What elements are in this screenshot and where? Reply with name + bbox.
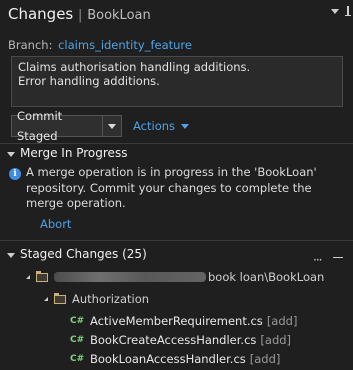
redacted-path — [54, 272, 206, 282]
changes-panel: Changes | BookLoan Branch: claims_identi… — [0, 0, 353, 370]
merge-section-title[interactable]: Merge In Progress — [20, 146, 127, 160]
file-status: [add] — [249, 352, 281, 366]
more-options-icon[interactable]: ··· — [313, 253, 323, 267]
file-status: [add] — [266, 314, 298, 328]
expanded-icon — [44, 297, 48, 301]
tree-file-node[interactable]: C# ActiveMemberRequirement.cs [add] — [70, 312, 297, 330]
unstage-all-icon[interactable] — [333, 257, 343, 258]
collapse-merge-icon[interactable] — [7, 152, 15, 157]
csharp-file-icon: C# — [70, 316, 85, 326]
file-name: BookLoanAccessHandler.cs — [90, 352, 246, 366]
panel-header: Changes | BookLoan — [0, 0, 353, 30]
commit-message-line: Claims authorisation handling additions. — [18, 60, 251, 74]
commit-staged-label[interactable]: Commit Staged — [12, 106, 102, 146]
title-repo: BookLoan — [87, 8, 151, 23]
collapse-staged-icon[interactable] — [7, 253, 15, 258]
folder-name: Authorization — [72, 292, 150, 306]
panel-title: Changes | BookLoan — [8, 5, 151, 23]
tree-repo-node[interactable]: book loan\BookLoan — [26, 268, 324, 286]
title-separator: | — [78, 8, 83, 23]
commit-message-input[interactable]: Claims authorisation handling additions.… — [11, 56, 343, 107]
actions-label[interactable]: Actions — [133, 119, 175, 133]
actions-menu[interactable]: Actions — [133, 119, 190, 133]
chevron-down-icon — [181, 124, 190, 129]
merge-message: A merge operation is in progress in the … — [26, 165, 317, 210]
divider — [0, 143, 353, 144]
csharp-file-icon: C# — [70, 354, 85, 364]
branch-label: Branch: — [8, 38, 53, 52]
repo-path: book loan\BookLoan — [208, 270, 325, 284]
file-name: BookCreateAccessHandler.cs — [90, 333, 257, 347]
csharp-file-icon: C# — [70, 335, 85, 345]
divider — [0, 240, 353, 241]
info-icon: i — [9, 168, 21, 180]
chevron-down-icon[interactable] — [103, 116, 121, 136]
file-name: ActiveMemberRequirement.cs — [90, 314, 263, 328]
tree-file-node[interactable]: C# BookLoanAccessHandler.cs [add] — [70, 350, 280, 368]
pin-icon[interactable] — [345, 6, 351, 22]
file-status: [add] — [260, 333, 292, 347]
expanded-icon — [26, 275, 30, 279]
tree-file-node[interactable]: C# BookCreateAccessHandler.cs [add] — [70, 331, 291, 349]
branch-link[interactable]: claims_identity_feature — [58, 38, 192, 52]
dropdown-icon[interactable] — [331, 9, 339, 14]
title-text: Changes — [8, 5, 74, 23]
folder-icon — [36, 270, 48, 282]
commit-staged-button[interactable]: Commit Staged — [11, 109, 122, 143]
branch-row: Branch: claims_identity_feature — [8, 38, 192, 52]
tree-folder-node[interactable]: Authorization — [44, 290, 149, 308]
staged-section-title[interactable]: Staged Changes (25) — [20, 247, 147, 261]
commit-message-line: Error handling additions. — [18, 74, 160, 88]
abort-link[interactable]: Abort — [40, 217, 71, 231]
folder-icon — [54, 292, 66, 304]
